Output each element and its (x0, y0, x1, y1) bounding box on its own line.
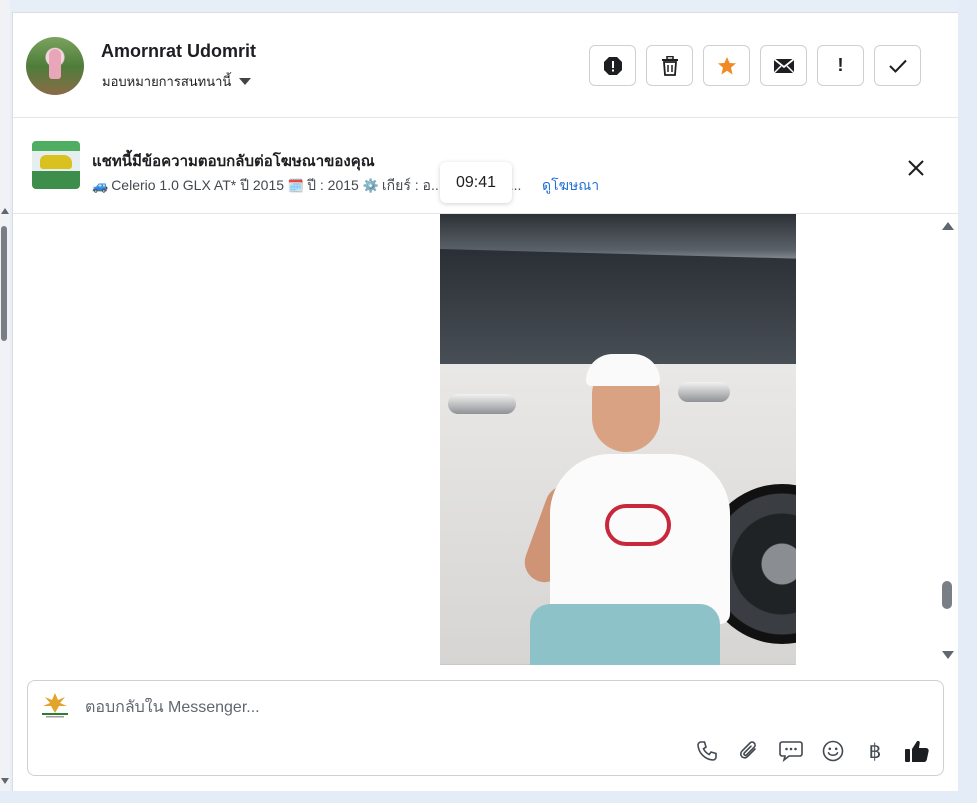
thread-scrollbar[interactable] (940, 214, 954, 676)
scrollbar-thumb[interactable] (942, 581, 952, 609)
emoji-button[interactable] (819, 737, 847, 765)
message-thread[interactable] (13, 214, 959, 676)
baht-icon: ฿ (868, 740, 882, 763)
scrollbar-thumb[interactable] (1, 226, 7, 341)
scroll-up-arrow-icon[interactable] (1, 208, 9, 214)
page-logo-icon (38, 691, 72, 719)
conversation-panel: Amornrat Udomrit มอบหมายการสนทนานี้ ! แช… (12, 12, 959, 791)
composer-tools: ฿ (693, 737, 931, 765)
like-button[interactable] (903, 737, 931, 765)
attach-button[interactable] (735, 737, 763, 765)
mark-unread-button[interactable] (760, 45, 807, 86)
chat-bubble-icon (779, 741, 803, 762)
ad-thumbnail[interactable] (32, 141, 80, 189)
delete-button[interactable] (646, 45, 693, 86)
assign-conversation-dropdown[interactable]: มอบหมายการสนทนานี้ (102, 71, 252, 92)
thumbs-up-icon (905, 740, 929, 762)
assign-label: มอบหมายการสนทนานี้ (102, 74, 232, 89)
background-strip-right (958, 0, 977, 803)
star-icon (717, 56, 736, 74)
block-button[interactable] (589, 45, 636, 86)
ad-gear: เกียร์ : อ... (381, 177, 443, 193)
close-icon (908, 160, 924, 176)
contact-name[interactable]: Amornrat Udomrit (101, 41, 256, 62)
ad-year: ปี : 2015 (307, 177, 359, 193)
paperclip-icon (739, 741, 756, 759)
call-button[interactable] (693, 737, 721, 765)
ad-model: Celerio 1.0 GLX AT* ปี 2015 (111, 177, 285, 193)
payment-button[interactable]: ฿ (861, 737, 889, 765)
block-icon (603, 56, 622, 75)
car-icon: 🚙 (92, 178, 109, 193)
conversation-header: Amornrat Udomrit มอบหมายการสนทนานี้ ! (13, 13, 959, 118)
timestamp-tooltip: 09:41 (440, 162, 512, 203)
checkmark-icon (888, 59, 907, 73)
saved-replies-button[interactable] (777, 737, 805, 765)
outer-scrollbar[interactable] (0, 0, 10, 803)
gear-icon: ⚙️ (362, 178, 379, 193)
avatar[interactable] (26, 37, 84, 95)
exclamation-icon: ! (837, 55, 844, 75)
view-ad-link[interactable]: ดูโฆษณา (542, 175, 599, 197)
close-banner-button[interactable] (906, 158, 926, 178)
calendar-icon: 🗓️ (287, 178, 305, 193)
trash-icon (661, 55, 678, 76)
emoji-icon (822, 740, 844, 762)
ad-banner-title: แชทนี้มีข้อความตอบกลับต่อโฆษณาของคุณ (92, 153, 375, 170)
phone-icon (697, 741, 717, 761)
star-button[interactable] (703, 45, 750, 86)
background-strip-bottom (0, 791, 977, 803)
timestamp-text: 09:41 (455, 173, 497, 191)
envelope-icon (772, 57, 795, 73)
message-photo[interactable] (440, 214, 796, 665)
scroll-up-arrow-icon[interactable] (942, 222, 954, 230)
spam-button[interactable]: ! (817, 45, 864, 86)
reply-input[interactable] (85, 698, 685, 718)
scroll-down-arrow-icon[interactable] (942, 651, 954, 659)
mark-done-button[interactable] (874, 45, 921, 86)
caret-down-icon (239, 78, 252, 85)
header-actions: ! (589, 45, 921, 86)
scroll-down-arrow-icon[interactable] (1, 778, 9, 784)
reply-composer: ฿ (27, 680, 944, 776)
